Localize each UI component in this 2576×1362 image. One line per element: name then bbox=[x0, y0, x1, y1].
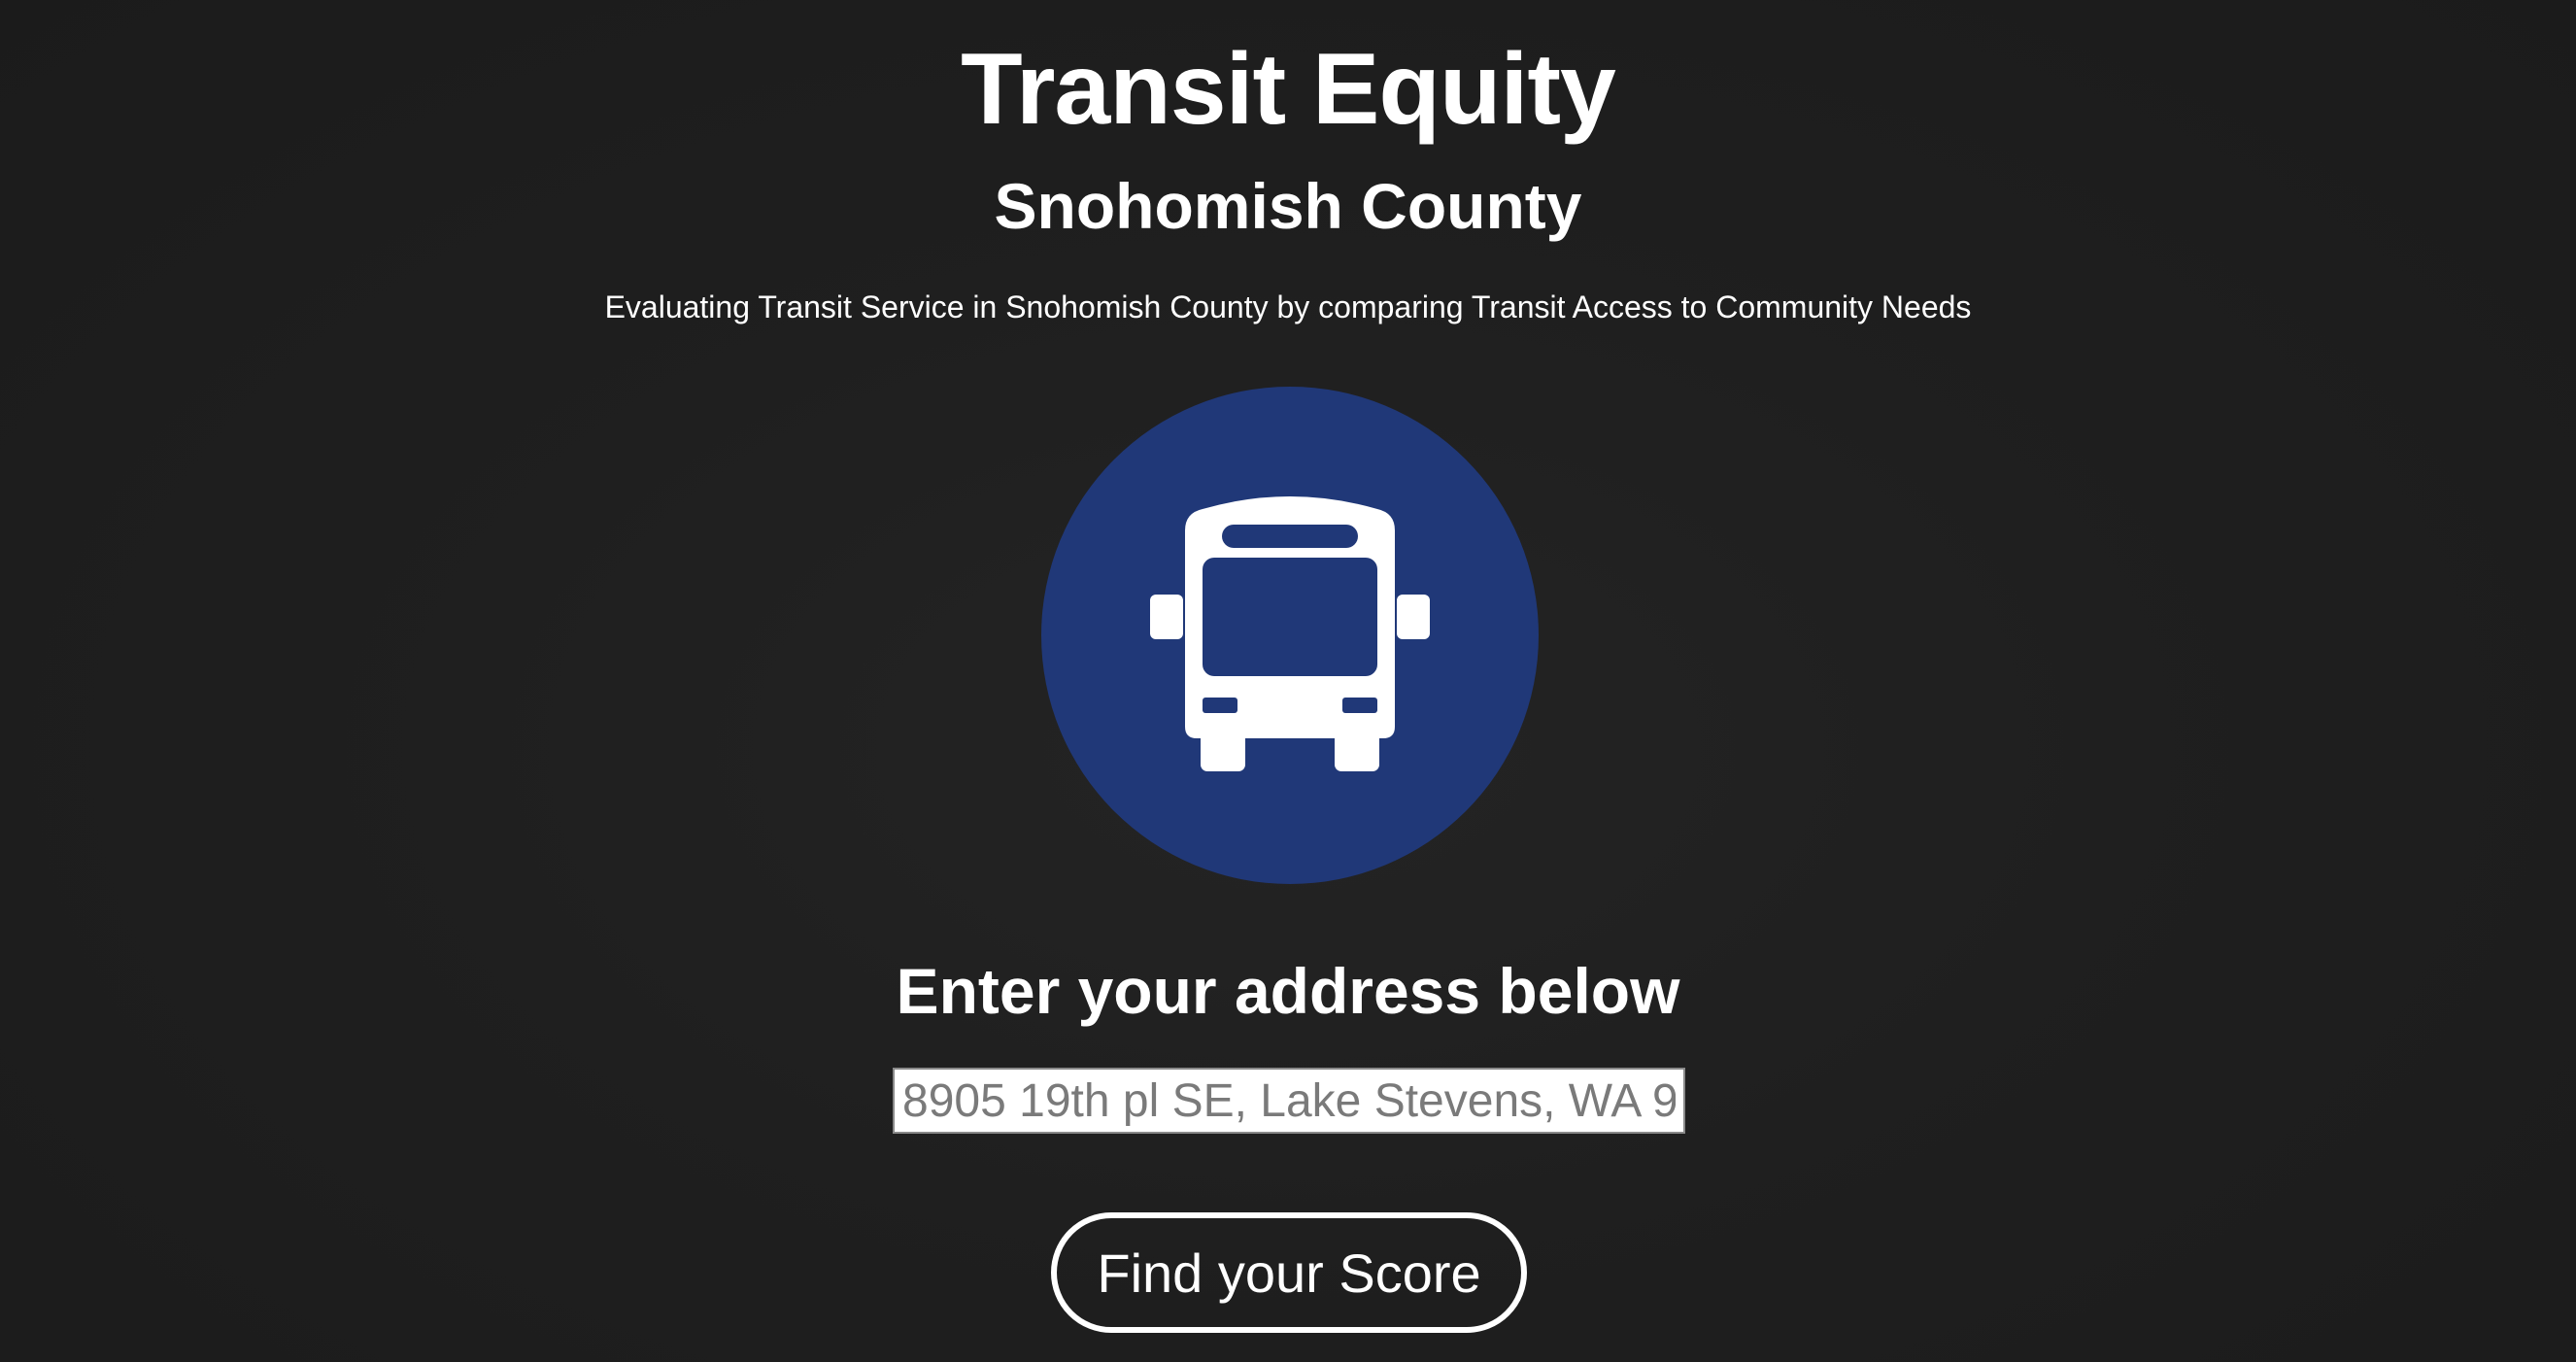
page-title: Transit Equity bbox=[961, 33, 1616, 146]
landing-page: Transit Equity Snohomish County Evaluati… bbox=[0, 0, 2576, 1362]
page-tagline: Evaluating Transit Service in Snohomish … bbox=[604, 289, 1972, 324]
address-input[interactable] bbox=[893, 1068, 1685, 1134]
address-prompt: Enter your address below bbox=[896, 955, 1680, 1027]
bus-icon bbox=[1150, 496, 1430, 771]
page-subtitle: Snohomish County bbox=[994, 170, 1582, 242]
find-score-button[interactable]: Find your Score bbox=[1051, 1212, 1527, 1333]
bus-logo bbox=[1041, 387, 1539, 884]
